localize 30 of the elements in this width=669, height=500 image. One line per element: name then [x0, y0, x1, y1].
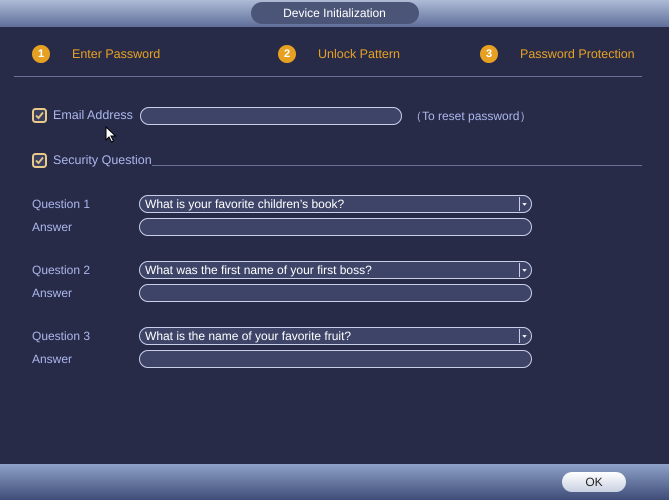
ok-button[interactable]: OK: [562, 472, 626, 492]
window-title: Device Initialization: [250, 2, 418, 24]
question-label: Question 3: [32, 328, 92, 345]
security-question-label: Security Question: [53, 152, 152, 169]
checkbox[interactable]: [32, 108, 47, 124]
question-dropdown[interactable]: What is the name of your favorite fruit?: [139, 326, 532, 345]
dropdown-caret-icon: [519, 262, 529, 277]
question-dropdown[interactable]: What was the first name of your first boss?: [139, 260, 532, 279]
step-number: 1: [32, 45, 50, 64]
answer-label: Answer: [32, 284, 74, 302]
step-label: Password Protection: [520, 46, 635, 63]
email-field[interactable]: [140, 106, 402, 125]
answer-field[interactable]: [139, 350, 532, 368]
answer-field[interactable]: [139, 218, 532, 236]
step-label: Enter Password: [72, 46, 160, 63]
answer-field[interactable]: [139, 284, 532, 302]
question-label: Question 2: [32, 262, 92, 279]
question-label: Question 1: [32, 196, 92, 213]
dropdown-caret-icon: [519, 196, 529, 211]
reset-password-note: （To reset password）: [410, 108, 532, 125]
step-label: Unlock Pattern: [318, 46, 400, 63]
dropdown-caret-icon: [519, 328, 529, 343]
question-dropdown[interactable]: What is your favorite children’s book?: [139, 194, 532, 213]
email-label: Email Address: [53, 107, 134, 124]
answer-label: Answer: [32, 218, 74, 236]
answer-label: Answer: [32, 350, 74, 368]
checkbox[interactable]: [32, 152, 47, 168]
mouse-cursor-icon: [105, 126, 117, 143]
step-number: 3: [480, 45, 498, 64]
step-number: 2: [278, 45, 296, 64]
